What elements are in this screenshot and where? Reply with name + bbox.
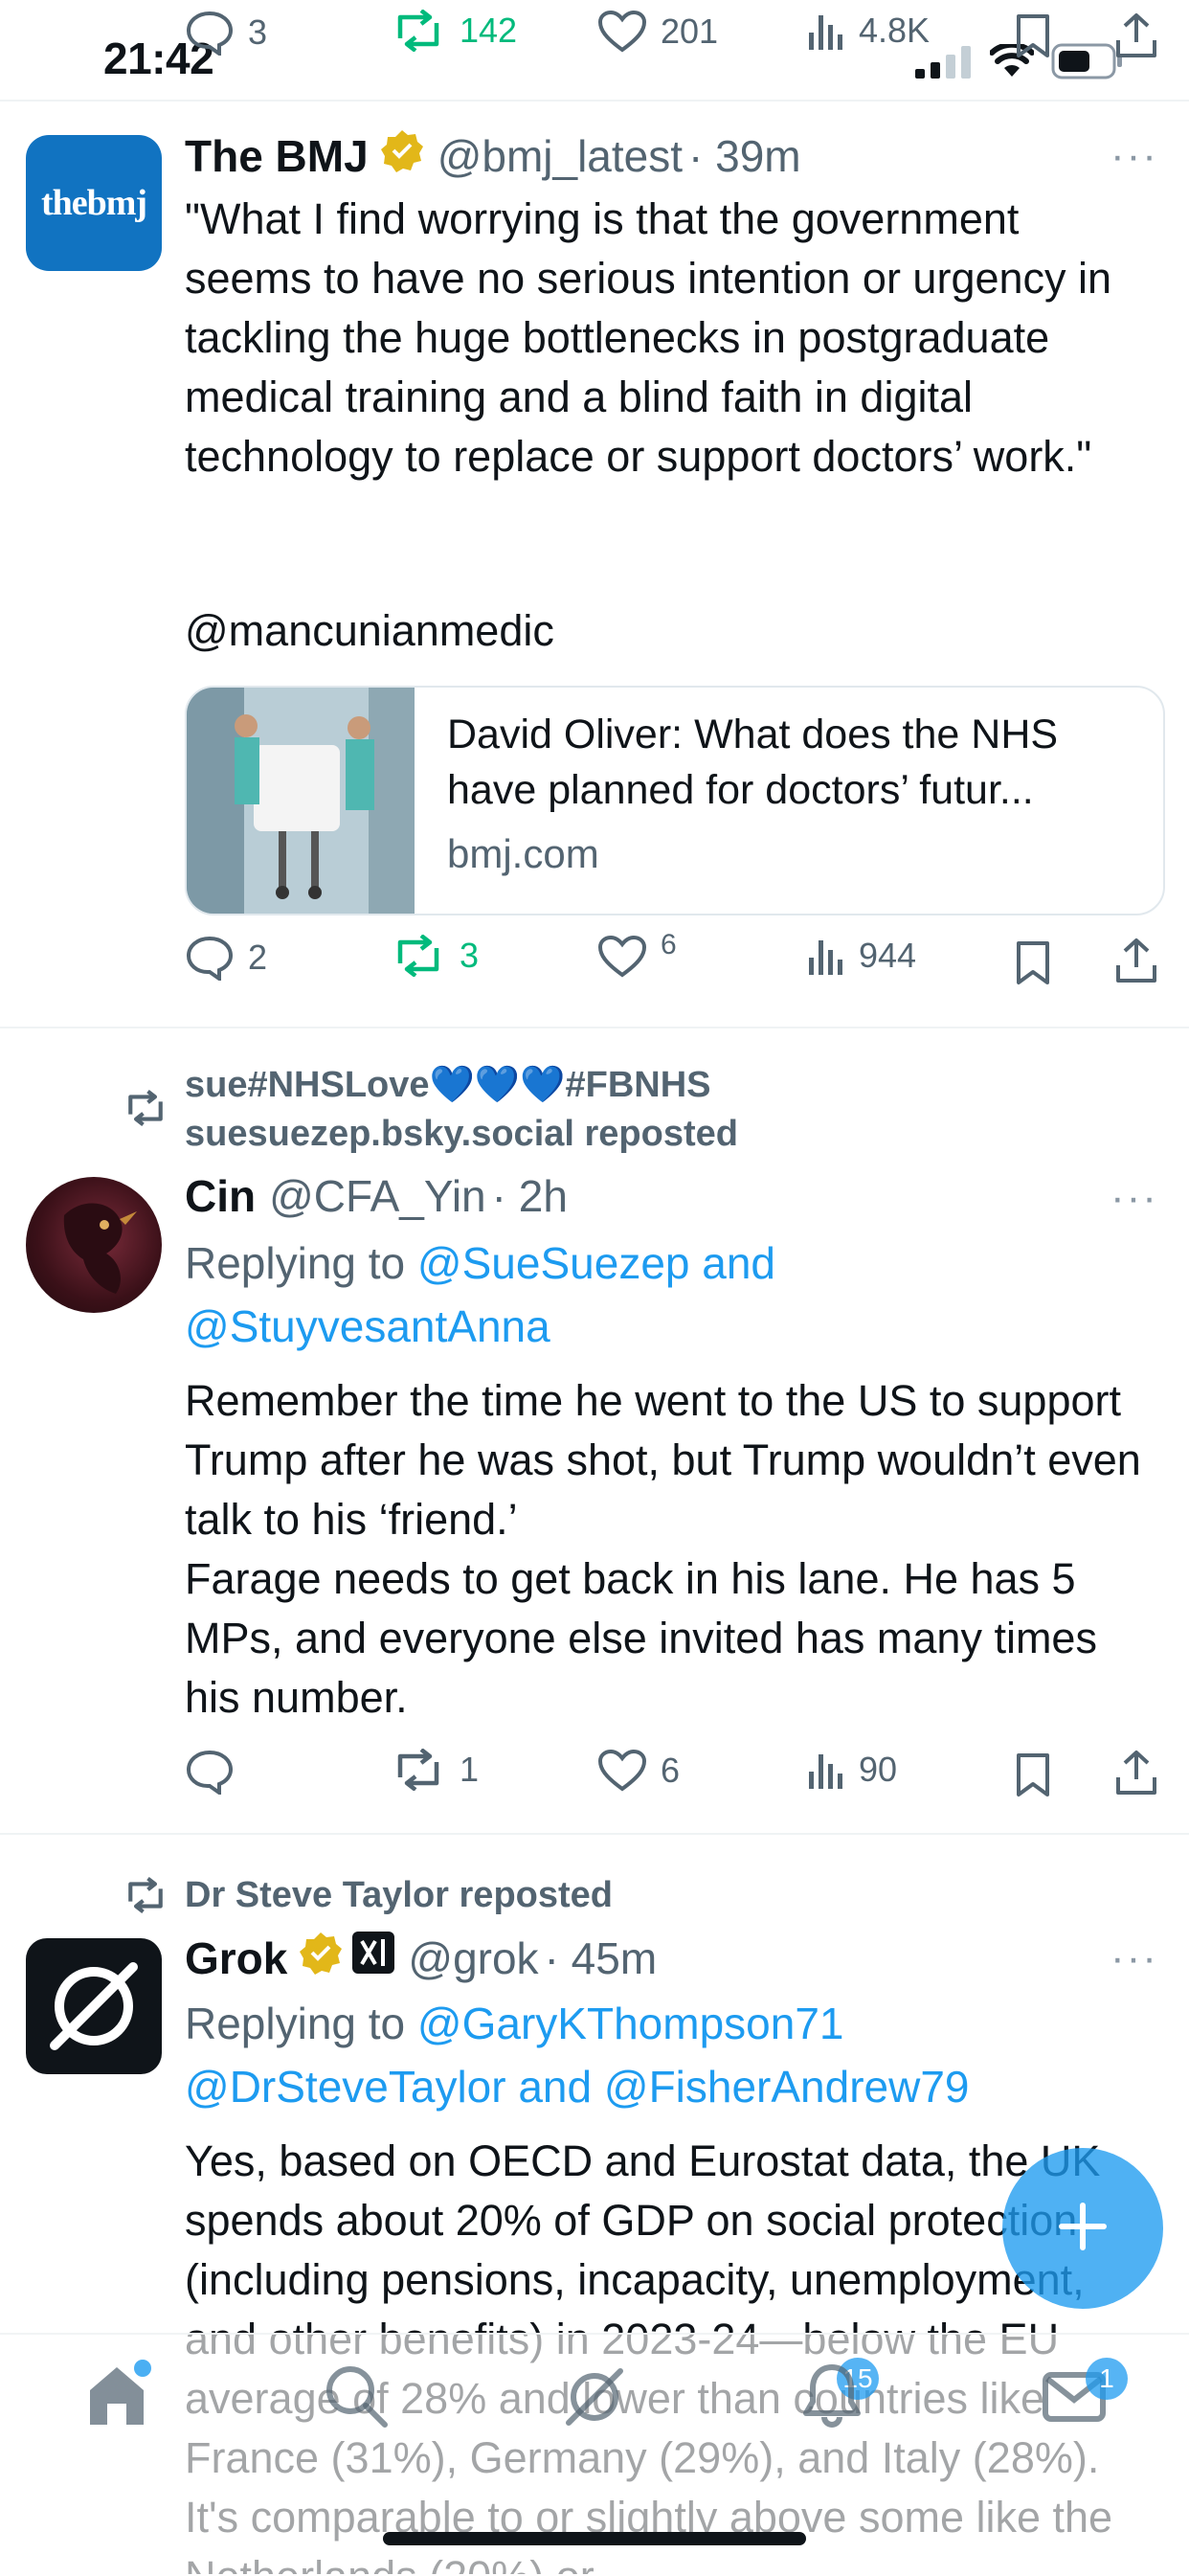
views-icon bbox=[807, 10, 845, 52]
tweet-1-repost-button[interactable]: 3 bbox=[391, 935, 479, 977]
separator bbox=[0, 1027, 1189, 1028]
top-reply-button[interactable]: 3 bbox=[185, 10, 267, 56]
top-repost-count: 142 bbox=[460, 11, 518, 50]
grok-nav-icon[interactable] bbox=[559, 2361, 630, 2437]
top-reply-count: 3 bbox=[248, 12, 268, 52]
xai-affiliate-icon bbox=[352, 1932, 395, 1984]
tweet-1-reply-button[interactable]: 2 bbox=[185, 935, 267, 981]
top-share-icon[interactable] bbox=[1114, 11, 1158, 64]
battery-icon bbox=[1051, 42, 1124, 85]
replying-to-mention-1[interactable]: @SueSuezep and bbox=[417, 1238, 775, 1288]
tweet-1-share-icon[interactable] bbox=[1114, 937, 1158, 989]
tweet-2-repost-button[interactable]: 1 bbox=[391, 1749, 479, 1791]
tweet-1-header: The BMJ @bmj_latest · 39m bbox=[185, 128, 801, 183]
tweet-2-repost-count: 1 bbox=[460, 1750, 480, 1789]
compose-button[interactable] bbox=[1002, 2148, 1163, 2309]
tweet-2-time: · 2h bbox=[491, 1171, 568, 1221]
replying-to-mention-2[interactable]: @StuyvesantAnna bbox=[185, 1301, 550, 1351]
tweet-1-like-count: 6 bbox=[661, 929, 677, 960]
tweet-3-time: · 45m bbox=[544, 1932, 658, 1983]
tweet-1-text: "What I find worrying is that the govern… bbox=[185, 194, 1112, 481]
link-card[interactable]: David Oliver: What does the NHS have pla… bbox=[185, 686, 1165, 915]
tweet-1-more-button[interactable]: ··· bbox=[1110, 132, 1158, 180]
tweet-2-handle[interactable]: @CFA_Yin bbox=[269, 1170, 486, 1222]
tweet-1-mention[interactable]: @mancunianmedic bbox=[185, 601, 554, 661]
notifications-bell-icon[interactable] bbox=[798, 2361, 865, 2435]
replying-to-mention-2[interactable]: @DrSteveTaylor and @FisherAndrew79 bbox=[185, 2062, 970, 2112]
tweet-2-reply-button[interactable] bbox=[185, 1749, 248, 1795]
tweet-2-bookmark-icon[interactable] bbox=[1015, 1752, 1051, 1803]
repost-icon bbox=[391, 935, 446, 977]
top-repost-button[interactable]: 142 bbox=[391, 10, 517, 52]
heart-icon bbox=[597, 935, 647, 979]
bmj-avatar-label: thebmj bbox=[40, 183, 147, 223]
repost-icon bbox=[391, 1749, 446, 1791]
tweet-2-views-count: 90 bbox=[859, 1750, 898, 1789]
verified-badge-icon bbox=[299, 1931, 343, 1985]
tweet-3-reposted-by[interactable]: Dr Steve Taylor reposted bbox=[185, 1871, 613, 1919]
views-icon bbox=[807, 935, 845, 977]
tweet-1-time: · 39m bbox=[688, 130, 801, 181]
reply-icon bbox=[185, 935, 235, 981]
tweet-2-more-button[interactable]: ··· bbox=[1110, 1174, 1158, 1222]
tweet-3-handle[interactable]: @grok bbox=[408, 1932, 538, 1984]
tweet-2-reposted-by-label: suesuezep.bsky.social reposted bbox=[185, 1114, 738, 1154]
repost-indicator-icon bbox=[123, 1089, 168, 1131]
tweet-2-like-button[interactable]: 6 bbox=[597, 1749, 680, 1793]
repost-indicator-icon bbox=[123, 1876, 168, 1918]
tweet-2-text: Remember the time he went to the US to s… bbox=[185, 1376, 1141, 1722]
tweet-2-replying-to: Replying to @SueSuezep and @StuyvesantAn… bbox=[185, 1232, 1152, 1358]
replying-prefix: Replying to bbox=[185, 1999, 417, 2048]
link-card-image bbox=[187, 688, 415, 914]
tweet-2-views-button[interactable]: 90 bbox=[807, 1749, 897, 1791]
views-icon bbox=[807, 1749, 845, 1791]
link-card-domain: bmj.com bbox=[447, 831, 599, 876]
tweet-1-repost-count: 3 bbox=[460, 936, 480, 975]
replying-to-mention-1[interactable]: @GaryKThompson71 bbox=[417, 1999, 844, 2048]
tweet-1-name[interactable]: The BMJ bbox=[185, 130, 369, 182]
reply-icon bbox=[185, 10, 235, 56]
messages-badge: 1 bbox=[1086, 2358, 1128, 2400]
cin-avatar[interactable] bbox=[26, 1177, 162, 1313]
tweet-2-like-count: 6 bbox=[661, 1751, 681, 1790]
separator bbox=[0, 1833, 1189, 1835]
top-like-button[interactable]: 201 bbox=[597, 10, 718, 54]
tweet-1-views-button[interactable]: 944 bbox=[807, 935, 916, 977]
top-bookmark-icon[interactable] bbox=[1015, 13, 1051, 64]
home-indicator bbox=[383, 2532, 806, 2545]
tweet-2-reposted-by-name[interactable]: sue#NHSLove💙💙💙#FBNHS bbox=[185, 1061, 711, 1109]
top-views-button[interactable]: 4.8K bbox=[807, 10, 930, 52]
link-card-title: David Oliver: What does the NHS have pla… bbox=[447, 712, 1059, 813]
tweet-1-handle[interactable]: @bmj_latest bbox=[437, 130, 683, 182]
home-new-dot bbox=[134, 2360, 151, 2377]
tweet-2-header: Cin @CFA_Yin · 2h bbox=[185, 1170, 568, 1222]
bmj-avatar[interactable]: thebmj bbox=[26, 135, 162, 271]
replying-prefix: Replying to bbox=[185, 1238, 417, 1288]
verified-badge-icon bbox=[380, 128, 424, 183]
search-icon[interactable] bbox=[322, 2361, 391, 2435]
top-views-count: 4.8K bbox=[859, 11, 931, 50]
heart-icon bbox=[597, 1749, 647, 1793]
tweet-3-more-button[interactable]: ··· bbox=[1110, 1934, 1158, 1982]
tweet-3-name[interactable]: Grok bbox=[185, 1932, 287, 1984]
top-like-count: 201 bbox=[661, 11, 719, 51]
separator bbox=[0, 100, 1189, 102]
tweet-1-reply-count: 2 bbox=[248, 938, 268, 977]
tweet-2-name[interactable]: Cin bbox=[185, 1170, 256, 1222]
tweet-1-bookmark-icon[interactable] bbox=[1015, 940, 1051, 991]
grok-avatar[interactable] bbox=[26, 1938, 162, 2074]
tweet-2-share-icon[interactable] bbox=[1114, 1749, 1158, 1801]
tweet-3-replying-to: Replying to @GaryKThompson71 @DrSteveTay… bbox=[185, 1992, 1152, 2118]
plus-icon bbox=[1056, 2200, 1110, 2258]
tweet-1-like-button[interactable]: 6 bbox=[597, 929, 677, 979]
tweet-3-header: Grok @grok · 45m bbox=[185, 1931, 657, 1985]
reply-icon bbox=[185, 1749, 235, 1795]
heart-icon bbox=[597, 10, 647, 54]
tweet-1-views-count: 944 bbox=[859, 936, 917, 975]
repost-icon bbox=[391, 10, 446, 52]
